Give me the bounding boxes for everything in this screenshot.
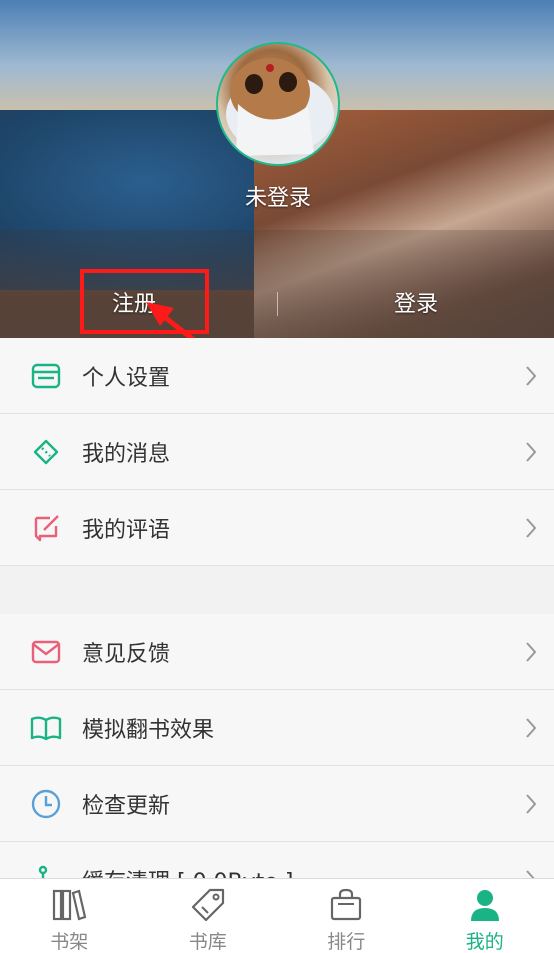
clock-icon — [31, 789, 61, 819]
tab-bookshelf[interactable]: 书架 — [0, 879, 139, 953]
bookshelf-icon — [53, 889, 87, 921]
menu-group-account: 个人设置 我的消息 我的评语 — [0, 338, 554, 566]
user-icon — [470, 890, 499, 921]
chevron-right-icon — [526, 794, 537, 814]
shopping-bag-icon — [331, 888, 362, 921]
avatar[interactable] — [216, 42, 340, 166]
menu-item-label: 我的消息 — [82, 441, 171, 467]
tab-label: 我的 — [465, 931, 504, 953]
tab-label: 书架 — [50, 931, 89, 953]
chevron-right-icon — [526, 366, 537, 386]
chevron-right-icon — [526, 518, 537, 538]
ticket-icon — [33, 439, 59, 465]
pointer-arrow-icon — [146, 302, 196, 338]
wallet-icon — [31, 363, 61, 389]
chevron-right-icon — [526, 642, 537, 662]
tab-ranking[interactable]: 排行 — [277, 879, 416, 953]
menu-group-settings: 意见反馈 模拟翻书效果 检查更新 缓存清理 [ 0.0Byte ] — [0, 614, 554, 918]
tag-icon — [191, 888, 224, 922]
button-divider — [277, 292, 278, 316]
menu-item-my-messages[interactable]: 我的消息 — [0, 414, 554, 490]
profile-header: 未登录 注册 登录 — [0, 0, 554, 338]
chevron-right-icon — [526, 718, 537, 738]
menu-item-check-update[interactable]: 检查更新 — [0, 766, 554, 842]
menu-item-label: 检查更新 — [82, 793, 171, 819]
avatar-cat-image — [226, 58, 334, 156]
tab-library[interactable]: 书库 — [139, 879, 278, 953]
menu-item-personal-settings[interactable]: 个人设置 — [0, 338, 554, 414]
tab-label: 排行 — [327, 931, 366, 953]
menu-item-label: 意见反馈 — [82, 641, 171, 667]
bottom-tab-bar: 书架 书库 排行 我的 — [0, 878, 554, 953]
mail-icon — [31, 640, 61, 664]
login-status-text: 未登录 — [244, 186, 311, 211]
menu-item-label: 我的评语 — [82, 517, 171, 543]
open-book-icon — [30, 716, 62, 741]
tab-mine[interactable]: 我的 — [416, 879, 554, 953]
section-gap — [0, 566, 554, 614]
login-button[interactable]: 登录 — [394, 286, 438, 318]
menu-item-label: 个人设置 — [82, 365, 171, 391]
menu-item-feedback[interactable]: 意见反馈 — [0, 614, 554, 690]
menu-item-my-comments[interactable]: 我的评语 — [0, 490, 554, 566]
chevron-right-icon — [526, 442, 537, 462]
menu-item-page-flip-effect[interactable]: 模拟翻书效果 — [0, 690, 554, 766]
tab-label: 书库 — [188, 931, 227, 953]
menu-item-label: 模拟翻书效果 — [82, 717, 215, 743]
edit-comment-icon — [34, 515, 59, 542]
